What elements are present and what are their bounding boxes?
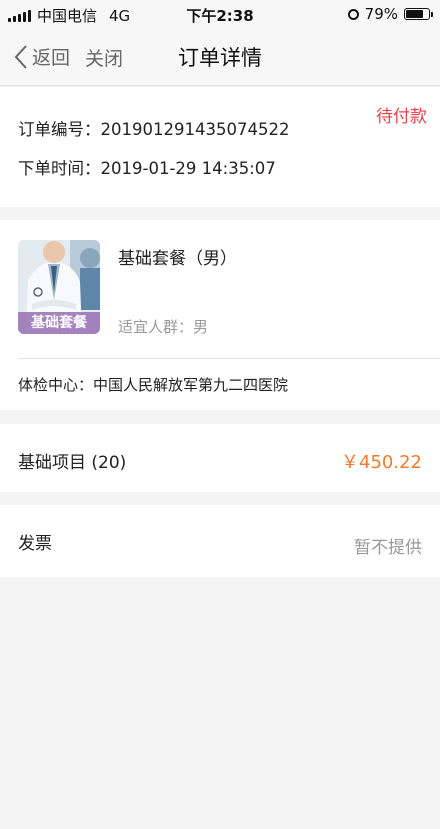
items-section[interactable]: 基础项目 (20) ￥450.22 <box>0 424 440 492</box>
items-price: ￥450.22 <box>341 452 422 473</box>
items-label: 基础项目 (20) <box>18 453 127 473</box>
status-right: 79% <box>347 5 433 23</box>
divider <box>18 358 440 359</box>
order-time: 下单时间：2019-01-29 14:35:07 <box>18 159 276 178</box>
invoice-label: 发票 <box>18 534 52 554</box>
battery-fill <box>406 10 424 18</box>
invoice-value: 暂不提供 <box>354 538 422 558</box>
package-name: 基础套餐（男） <box>118 249 237 269</box>
order-number: 订单编号：201901291435074522 <box>18 120 290 139</box>
package-image: 基础套餐 <box>18 240 100 334</box>
page-title: 订单详情 <box>178 46 262 70</box>
alarm-icon <box>347 8 359 20</box>
order-info-section: 待付款 订单编号：201901291435074522 下单时间：2019-01… <box>0 87 440 207</box>
nav-bar: 返回 关闭 订单详情 <box>0 30 440 86</box>
exam-center: 体检中心：中国人民解放军第九二四医院 <box>18 376 289 394</box>
invoice-section[interactable]: 发票 暂不提供 <box>0 505 440 577</box>
battery-percent: 79% <box>364 5 398 23</box>
package-target-group: 适宜人群：男 <box>118 318 209 336</box>
order-status-badge: 待付款 <box>376 107 427 127</box>
battery-icon <box>404 8 433 20</box>
status-bar: 中国电信 4G 下午2:38 79% <box>0 0 440 30</box>
package-image-caption: 基础套餐 <box>18 312 100 334</box>
package-section[interactable]: 基础套餐 基础套餐（男） 适宜人群：男 体检中心：中国人民解放军第九二四医院 <box>0 220 440 410</box>
